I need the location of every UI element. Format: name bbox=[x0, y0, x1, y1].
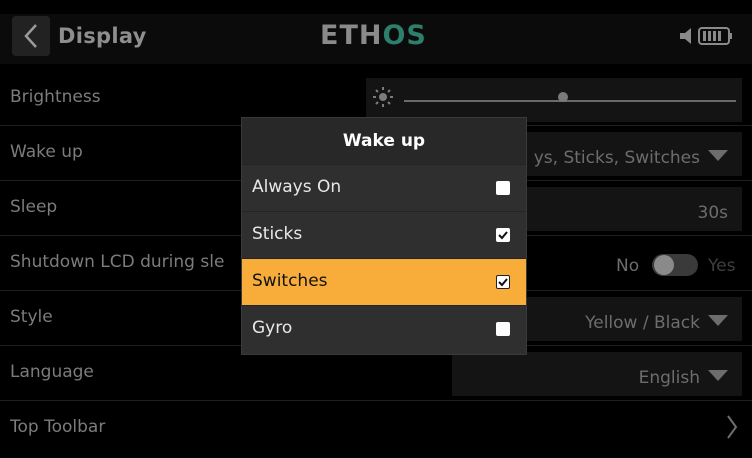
popup-option-always-on[interactable]: Always On bbox=[242, 164, 526, 211]
style-label: Style bbox=[10, 307, 53, 327]
top-toolbar-label: Top Toolbar bbox=[10, 417, 106, 437]
checkbox[interactable] bbox=[496, 275, 510, 289]
language-dropdown[interactable]: English bbox=[452, 352, 742, 396]
chevron-right-icon bbox=[727, 415, 738, 439]
popup-title: Wake up bbox=[242, 118, 526, 164]
sleep-value: 30s bbox=[697, 203, 729, 223]
popup-option-gyro[interactable]: Gyro bbox=[242, 305, 526, 352]
sleep-label: Sleep bbox=[10, 197, 58, 217]
wake-up-popup: Wake up Always On Sticks Switches Gyro bbox=[241, 117, 527, 355]
speaker-icon bbox=[680, 28, 691, 44]
back-button[interactable] bbox=[12, 16, 50, 56]
brightness-slider-track bbox=[404, 100, 736, 102]
dropdown-arrow-icon bbox=[708, 370, 728, 381]
battery-icon bbox=[698, 27, 732, 45]
checkbox[interactable] bbox=[496, 322, 510, 336]
language-label: Language bbox=[10, 362, 94, 382]
option-label: Always On bbox=[252, 177, 342, 197]
checkmark-icon bbox=[498, 231, 508, 240]
brightness-label: Brightness bbox=[10, 87, 101, 107]
dropdown-arrow-icon bbox=[708, 150, 728, 161]
status-icons bbox=[680, 26, 736, 48]
language-value: English bbox=[638, 368, 700, 388]
settings-row-top-toolbar[interactable]: Top Toolbar bbox=[0, 401, 752, 455]
popup-option-switches[interactable]: Switches bbox=[242, 258, 526, 305]
checkbox[interactable] bbox=[496, 228, 510, 242]
toggle-on-label: Yes bbox=[708, 256, 736, 276]
toggle-knob bbox=[654, 255, 674, 275]
checkbox[interactable] bbox=[496, 181, 510, 195]
dropdown-arrow-icon bbox=[708, 315, 728, 326]
option-label: Sticks bbox=[252, 224, 303, 244]
shutdown-lcd-label: Shutdown LCD during sle bbox=[10, 252, 225, 272]
ethos-logo: ETHOS bbox=[320, 20, 427, 51]
wake-up-label: Wake up bbox=[10, 142, 83, 162]
display-screen: Display ETHOS Brightness Wake up ys, Sti… bbox=[0, 0, 752, 458]
chevron-left-icon bbox=[24, 24, 37, 48]
toggle-off-label: No bbox=[616, 256, 640, 276]
option-label: Switches bbox=[252, 271, 328, 291]
popup-option-sticks[interactable]: Sticks bbox=[242, 211, 526, 258]
checkmark-icon bbox=[498, 278, 508, 287]
wake-up-value: ys, Sticks, Switches bbox=[533, 148, 700, 168]
page-title: Display bbox=[58, 24, 147, 48]
option-label: Gyro bbox=[252, 318, 293, 338]
style-value: Yellow / Black bbox=[585, 313, 700, 333]
sun-icon bbox=[373, 87, 393, 107]
shutdown-lcd-toggle[interactable] bbox=[652, 254, 698, 276]
